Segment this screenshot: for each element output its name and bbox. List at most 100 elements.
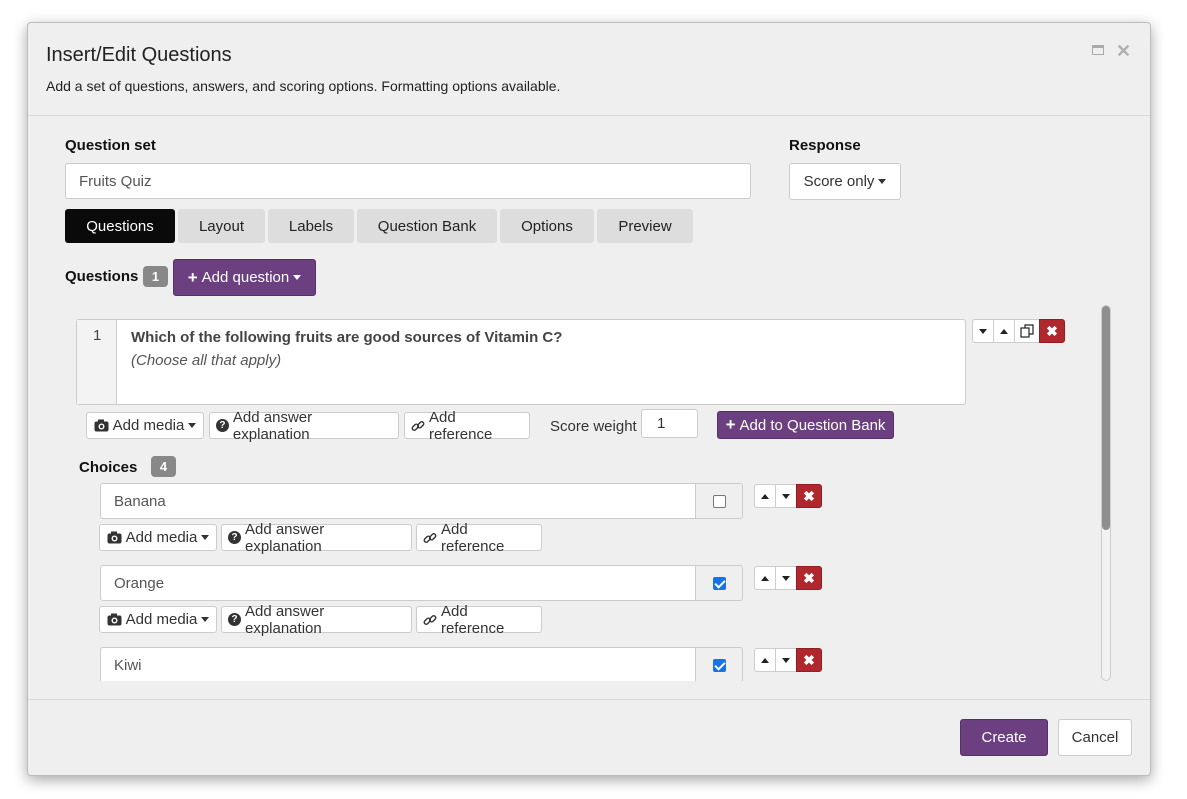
move-up-button[interactable] — [993, 319, 1015, 343]
link-icon — [423, 614, 437, 625]
choice-correct-checkbox[interactable] — [712, 494, 726, 508]
caret-down-icon — [782, 575, 790, 581]
question-number: 1 — [93, 327, 102, 344]
question-hint[interactable]: (Choose all that apply) — [131, 352, 281, 369]
response-select[interactable]: Score only — [789, 163, 901, 200]
choice-add-media-button[interactable]: Add media — [99, 606, 217, 633]
plus-icon: + — [187, 267, 198, 287]
caret-up-icon — [761, 493, 769, 499]
choice-input-orange[interactable]: Orange — [100, 565, 696, 601]
questions-count-badge: 1 — [143, 266, 168, 287]
choice-add-explanation-button[interactable]: ? Add answer explanation — [221, 521, 412, 555]
caret-down-icon — [188, 423, 197, 428]
score-weight-input[interactable]: 1 — [641, 409, 698, 438]
caret-down-icon — [201, 535, 210, 540]
tab-preview[interactable]: Preview — [597, 209, 693, 243]
duplicate-button[interactable] — [1014, 319, 1040, 343]
add-question-button[interactable]: + Add question — [173, 259, 316, 296]
caret-up-icon — [1000, 328, 1008, 334]
dialog-title: Insert/Edit Questions — [46, 44, 232, 66]
move-down-button[interactable] — [972, 319, 994, 343]
question-circle-icon: ? — [228, 613, 241, 626]
caret-up-icon — [761, 657, 769, 663]
add-question-label: Add question — [201, 269, 290, 286]
add-explanation-label: Add answer explanation — [244, 520, 325, 555]
choice-add-media-button[interactable]: Add media — [99, 524, 217, 551]
add-explanation-label: Add answer explanation — [232, 408, 313, 443]
add-media-label: Add media — [125, 529, 198, 546]
caret-up-icon — [761, 575, 769, 581]
add-media-label: Add media — [125, 611, 198, 628]
choice-input-kiwi[interactable]: Kiwi — [100, 647, 696, 681]
question-number-column: 1 — [77, 320, 117, 404]
choice-correct-checkbox[interactable] — [712, 576, 726, 590]
caret-down-icon — [201, 617, 210, 622]
delete-choice-button[interactable]: ✖ — [796, 566, 822, 590]
response-select-value: Score only — [803, 173, 875, 190]
move-down-button[interactable] — [775, 484, 797, 508]
question-add-explanation-button[interactable]: ? Add answer explanation — [209, 409, 399, 443]
tab-options[interactable]: Options — [500, 209, 594, 243]
create-button[interactable]: Create — [960, 719, 1048, 756]
question-add-media-button[interactable]: Add media — [86, 412, 204, 439]
choice-correct-toggle — [695, 647, 743, 681]
response-label: Response — [789, 137, 861, 154]
delete-choice-button[interactable]: ✖ — [796, 648, 822, 672]
cancel-button[interactable]: Cancel — [1058, 719, 1132, 756]
question-set-input[interactable]: Fruits Quiz — [65, 163, 751, 199]
questions-scroll-area[interactable]: 1 Which of the following fruits are good… — [64, 305, 1114, 681]
choice-add-explanation-button[interactable]: ? Add answer explanation — [221, 603, 412, 637]
times-icon: ✖ — [803, 487, 815, 504]
choice-correct-checkbox[interactable] — [712, 658, 726, 672]
move-down-button[interactable] — [775, 648, 797, 672]
dialog-header: Insert/Edit Questions Add a set of quest… — [28, 23, 1150, 116]
choice-correct-toggle — [695, 565, 743, 601]
question-text[interactable]: Which of the following fruits are good s… — [131, 329, 562, 346]
choice-actions: ✖ — [754, 484, 822, 508]
choice-actions: ✖ — [754, 566, 822, 590]
times-icon: ✖ — [803, 569, 815, 586]
camera-icon — [107, 613, 122, 626]
tab-question-bank[interactable]: Question Bank — [357, 209, 497, 243]
link-icon — [411, 420, 425, 431]
add-to-bank-label: Add to Question Bank — [739, 416, 886, 434]
camera-icon — [94, 419, 109, 432]
add-to-question-bank-button[interactable]: + Add to Question Bank — [717, 411, 894, 439]
delete-choice-button[interactable]: ✖ — [796, 484, 822, 508]
add-reference-label: Add reference — [428, 408, 493, 443]
choices-label: Choices — [79, 459, 138, 476]
copy-icon — [1020, 324, 1034, 338]
scrollbar-thumb[interactable] — [1102, 306, 1110, 530]
move-up-button[interactable] — [754, 648, 776, 672]
question-circle-icon: ? — [216, 419, 229, 432]
maximize-icon[interactable] — [1091, 43, 1107, 59]
close-icon[interactable]: ✕ — [1116, 42, 1132, 60]
choice-input-banana[interactable]: Banana — [100, 483, 696, 519]
move-up-button[interactable] — [754, 566, 776, 590]
choice-actions: ✖ — [754, 648, 822, 672]
questions-label: Questions — [65, 268, 139, 285]
add-reference-label: Add reference — [440, 602, 505, 637]
move-up-button[interactable] — [754, 484, 776, 508]
plus-icon: + — [725, 415, 736, 434]
choice-add-reference-button[interactable]: Add reference — [416, 603, 542, 637]
tab-labels[interactable]: Labels — [268, 209, 354, 243]
tab-layout[interactable]: Layout — [178, 209, 265, 243]
choice-add-reference-button[interactable]: Add reference — [416, 521, 542, 555]
question-set-label: Question set — [65, 137, 156, 154]
camera-icon — [107, 531, 122, 544]
add-media-label: Add media — [112, 417, 185, 434]
question-editor[interactable]: 1 Which of the following fruits are good… — [76, 319, 966, 405]
times-icon: ✖ — [1046, 322, 1058, 339]
score-weight-label: Score weight — [550, 418, 637, 435]
tab-questions[interactable]: Questions — [65, 209, 175, 243]
choices-count-badge: 4 — [151, 456, 176, 477]
question-actions: ✖ — [972, 319, 1065, 343]
delete-question-button[interactable]: ✖ — [1039, 319, 1065, 343]
dialog-subtitle: Add a set of questions, answers, and sco… — [46, 78, 561, 94]
link-icon — [423, 532, 437, 543]
caret-down-icon — [878, 179, 887, 184]
move-down-button[interactable] — [775, 566, 797, 590]
question-add-reference-button[interactable]: Add reference — [404, 409, 530, 443]
add-reference-label: Add reference — [440, 520, 505, 555]
